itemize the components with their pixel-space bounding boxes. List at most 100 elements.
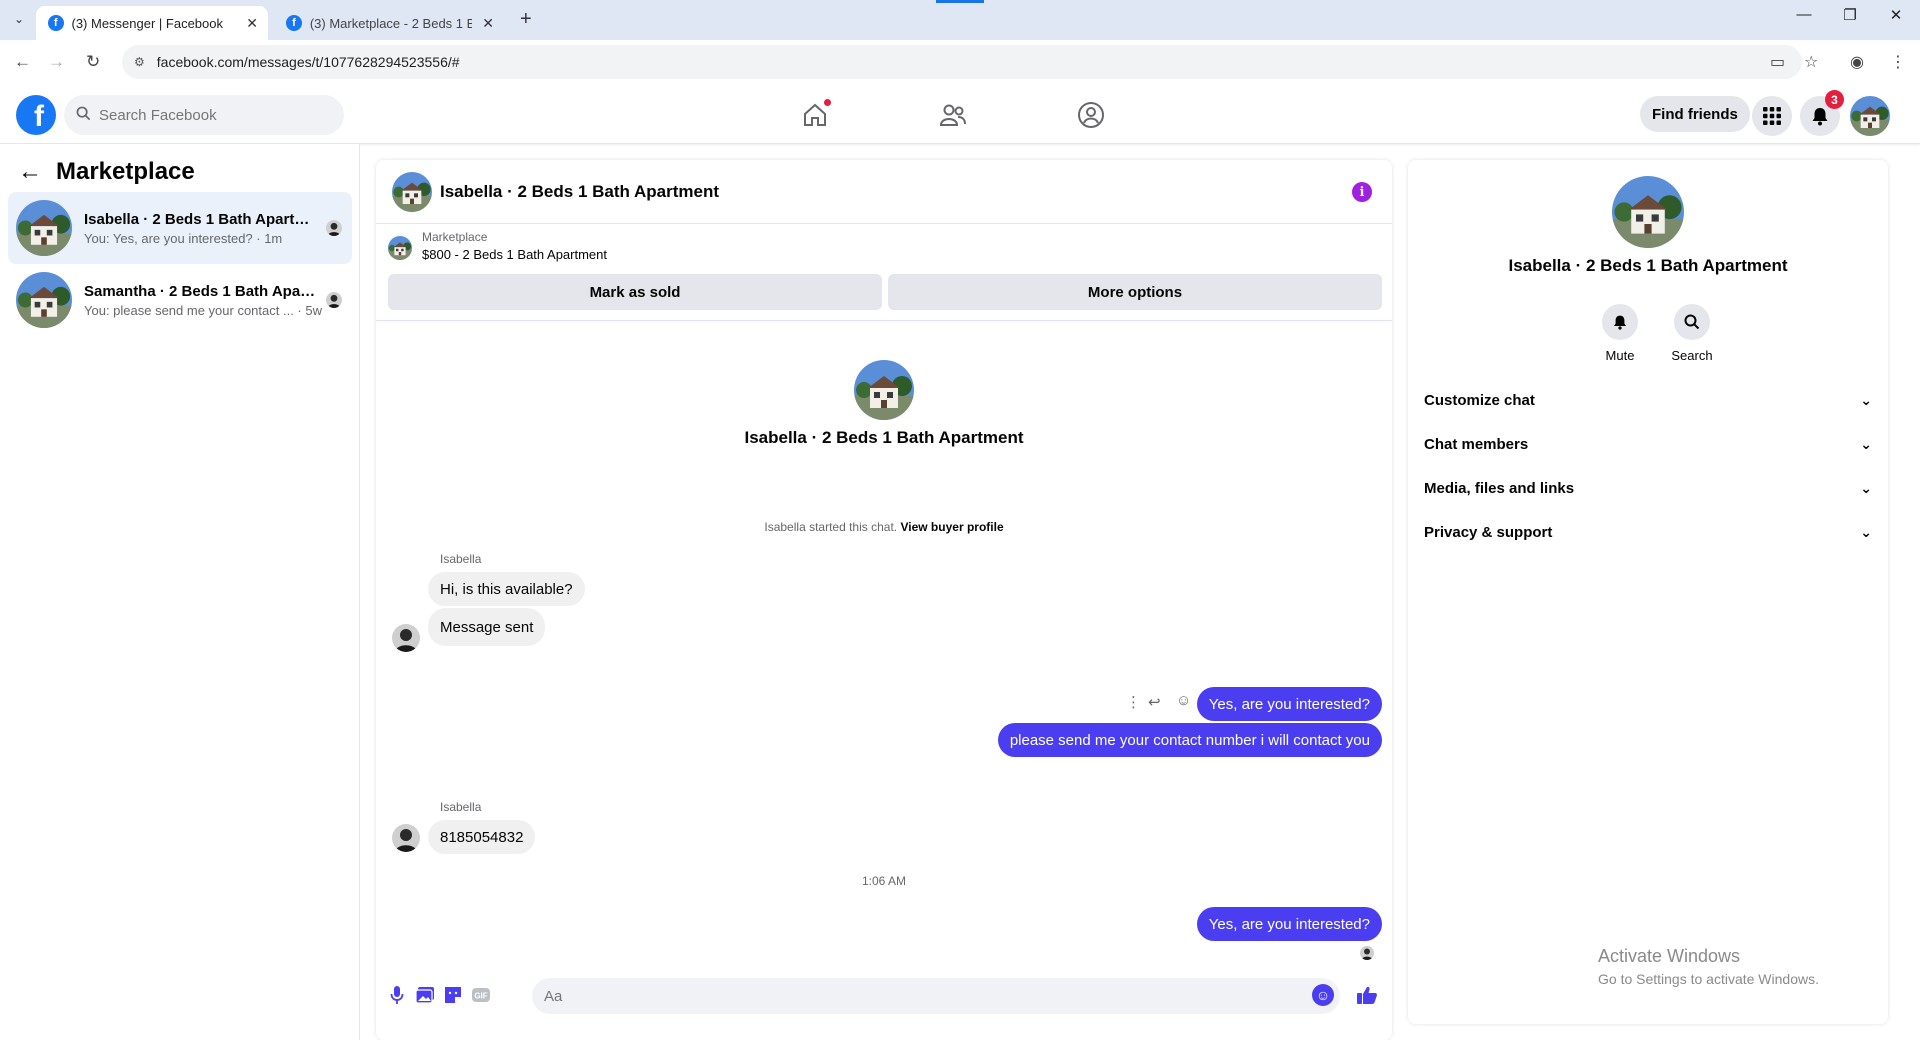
browser-menu-icon[interactable]: ⋮ <box>1890 52 1906 72</box>
photo-icon[interactable] <box>414 984 436 1006</box>
bell-icon <box>1602 304 1638 340</box>
incoming-message[interactable]: Message sent <box>428 608 546 646</box>
conversation-item[interactable]: Isabella · 2 Beds 1 Bath Apartment You: … <box>8 192 352 264</box>
message-input[interactable] <box>532 978 1340 1014</box>
home-icon[interactable] <box>800 98 832 130</box>
facebook-header: f Find friends 3 <box>0 86 1920 144</box>
tab-messenger[interactable]: f (3) Messenger | Facebook ✕ <box>36 6 268 40</box>
reload-icon[interactable]: ↻ <box>86 52 100 72</box>
install-app-icon[interactable]: ▭ <box>1770 52 1785 72</box>
search-label: Search <box>1671 348 1713 363</box>
like-thumb-icon[interactable] <box>1356 984 1378 1006</box>
url-text: facebook.com/messages/t/1077628294523556… <box>156 54 460 70</box>
minimize-icon[interactable]: — <box>1782 6 1826 23</box>
watermark-subtitle: Go to Settings to activate Windows. <box>1598 971 1819 987</box>
tabstrip-accent <box>936 0 984 3</box>
facebook-favicon-icon: f <box>48 15 64 31</box>
message-sender: Isabella <box>440 800 482 814</box>
customize-chat-section[interactable]: Customize chat ⌄ <box>1416 378 1880 422</box>
intro-name: Isabella · 2 Beds 1 Bath Apartment <box>744 428 1024 447</box>
search-icon <box>1674 304 1710 340</box>
chat-avatar[interactable] <box>392 172 432 212</box>
more-options-button[interactable]: More options <box>888 274 1382 310</box>
friends-icon[interactable] <box>938 100 968 130</box>
panel-title: Marketplace <box>56 158 195 185</box>
conversation-item[interactable]: Samantha · 2 Beds 1 Bath Apart... You: p… <box>8 264 352 336</box>
chevron-down-icon: ⌄ <box>1860 435 1872 452</box>
conversation-name: Isabella · 2 Beds 1 Bath Apartment <box>84 210 318 228</box>
notifications-bell-icon[interactable]: 3 <box>1800 90 1844 136</box>
message-timestamp: 1:06 AM <box>861 874 907 888</box>
site-info-icon[interactable]: ⚙ <box>134 55 145 69</box>
find-friends-button[interactable]: Find friends <box>1640 96 1750 132</box>
restore-icon[interactable]: ❐ <box>1828 6 1872 24</box>
conversation-avatar <box>16 272 72 328</box>
account-avatar[interactable] <box>1850 96 1890 136</box>
mute-button[interactable]: Mute <box>1590 304 1650 363</box>
search-icon <box>76 106 91 124</box>
groups-icon[interactable] <box>1076 100 1106 130</box>
mute-label: Mute <box>1605 348 1635 363</box>
conversation-preview: You: Yes, are you interested? · 1m <box>84 230 283 246</box>
facebook-logo-icon[interactable]: f <box>16 95 56 135</box>
listing-price-title: $800 - 2 Beds 1 Bath Apartment <box>422 247 608 262</box>
mark-as-sold-button[interactable]: Mark as sold <box>388 274 882 310</box>
seen-avatar <box>326 292 342 308</box>
listing-thumbnail <box>388 236 412 260</box>
intro-avatar <box>854 360 914 420</box>
search-input[interactable] <box>99 106 319 124</box>
outgoing-message[interactable]: Yes, are you interested? <box>1196 907 1382 941</box>
view-buyer-profile-link[interactable]: View buyer profile <box>900 520 1003 534</box>
outgoing-message[interactable]: Yes, are you interested? <box>1196 687 1382 721</box>
tab-search-chevron-icon[interactable]: ⌄ <box>8 8 30 30</box>
outgoing-message[interactable]: please send me your contact number i wil… <box>997 723 1382 757</box>
started-text: Isabella started this chat. <box>764 520 898 534</box>
search-box[interactable] <box>64 95 344 135</box>
facebook-favicon-icon: f <box>286 15 302 31</box>
more-actions-icon[interactable]: ⋮ <box>1126 693 1141 711</box>
tab-close-icon[interactable]: ✕ <box>482 15 494 32</box>
chat-members-section[interactable]: Chat members ⌄ <box>1416 422 1880 466</box>
message-sender: Isabella <box>440 552 482 566</box>
message-composer: GIF ☺ <box>376 970 1392 1022</box>
profile-icon[interactable]: ◉ <box>1850 52 1864 72</box>
window-close-icon[interactable]: ✕ <box>1874 6 1918 24</box>
sticker-icon[interactable] <box>442 984 464 1006</box>
reply-icon[interactable]: ↩ <box>1148 693 1161 711</box>
info-icon[interactable]: i <box>1352 182 1372 202</box>
chat-title[interactable]: Isabella · 2 Beds 1 Bath Apartment <box>440 182 719 202</box>
incoming-message[interactable]: 8185054832 <box>428 820 536 854</box>
forward-icon[interactable]: → <box>48 52 65 72</box>
chat-details-panel: Isabella · 2 Beds 1 Bath Apartment Mute … <box>1408 160 1888 1024</box>
menu-grid-icon[interactable] <box>1752 96 1792 136</box>
gif-icon[interactable]: GIF <box>470 984 492 1006</box>
address-bar[interactable]: ⚙ facebook.com/messages/t/10776282945235… <box>122 45 1802 79</box>
bookmark-star-icon[interactable]: ☆ <box>1804 52 1818 72</box>
search-conversation-button[interactable]: Search <box>1662 304 1722 363</box>
tab-close-icon[interactable]: ✕ <box>246 15 258 32</box>
back-icon[interactable]: ← <box>14 52 31 72</box>
tab-title: (3) Marketplace - 2 Beds 1 Bath <box>309 15 473 31</box>
browser-toolbar: ← → ↻ ⚙ facebook.com/messages/t/10776282… <box>0 40 1920 86</box>
watermark-title: Activate Windows <box>1598 946 1741 966</box>
conversation-preview: You: please send me your contact ... · 5… <box>84 302 322 318</box>
react-emoji-icon[interactable]: ☺ <box>1176 692 1191 709</box>
back-arrow-icon[interactable]: ← <box>18 158 42 186</box>
incoming-message[interactable]: Hi, is this available? <box>428 572 585 606</box>
sender-avatar <box>392 624 420 652</box>
panel-header: ← Marketplace <box>18 158 195 186</box>
section-label: Customize chat <box>1424 391 1535 409</box>
microphone-icon[interactable] <box>386 984 408 1006</box>
new-tab-icon[interactable]: + <box>520 8 532 31</box>
svg-text:GIF: GIF <box>474 992 487 1001</box>
tab-marketplace[interactable]: f (3) Marketplace - 2 Beds 1 Bath ✕ <box>274 6 504 40</box>
emoji-icon[interactable]: ☺ <box>1312 984 1334 1006</box>
divider <box>376 320 1392 321</box>
conversation-avatar <box>16 200 72 256</box>
media-files-links-section[interactable]: Media, files and links ⌄ <box>1416 466 1880 510</box>
privacy-support-section[interactable]: Privacy & support ⌄ <box>1416 510 1880 554</box>
notification-count-badge: 3 <box>1825 90 1844 109</box>
listing-summary[interactable]: Marketplace $800 - 2 Beds 1 Bath Apartme… <box>388 230 607 262</box>
conversation-list-panel: ← Marketplace Isabella · 2 Beds 1 Bath A… <box>0 144 360 1040</box>
chevron-down-icon: ⌄ <box>1860 523 1872 540</box>
